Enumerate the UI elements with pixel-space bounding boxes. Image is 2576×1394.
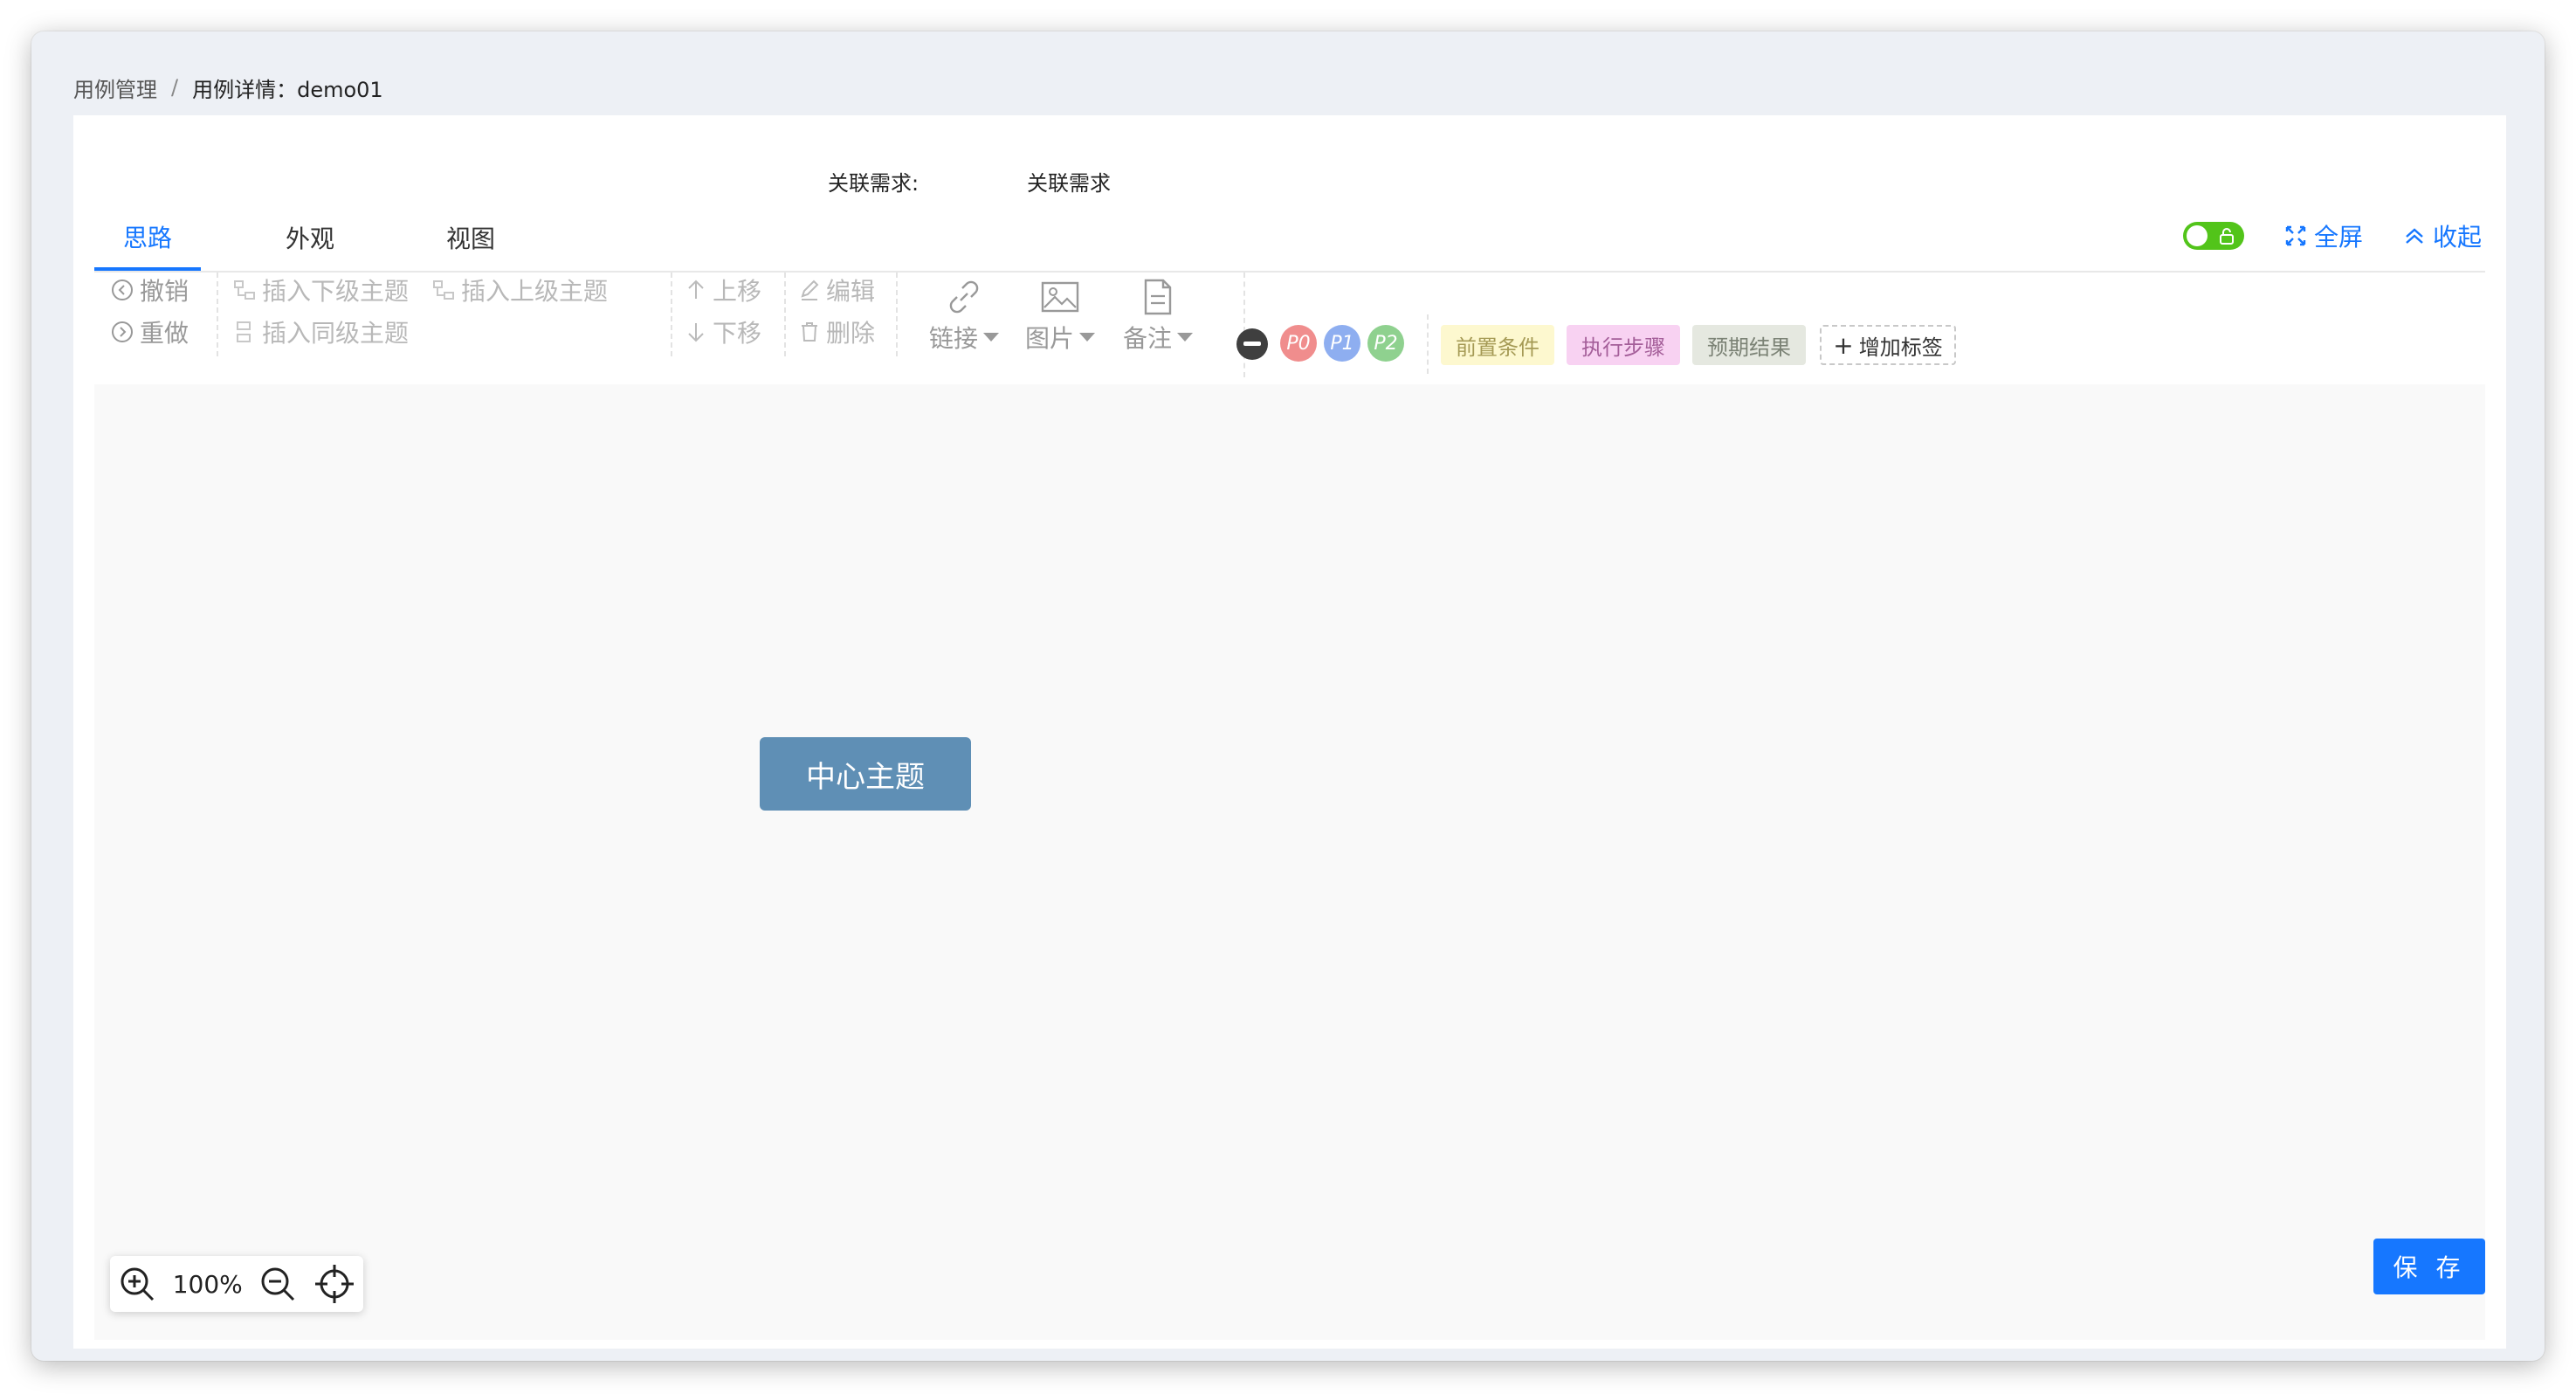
- caret-down-icon: [1177, 333, 1194, 342]
- redo-button[interactable]: 重做: [110, 314, 189, 349]
- toolbar-divider: [1427, 314, 1429, 374]
- note-button[interactable]: 备注: [1123, 278, 1194, 355]
- center-topic-node[interactable]: 中心主题: [760, 737, 971, 811]
- caret-down-icon: [983, 333, 1000, 342]
- move-down-label: 下移: [713, 319, 762, 348]
- insert-sibling-button[interactable]: 插入同级主题: [232, 314, 409, 349]
- requirement-label: 关联需求:: [828, 171, 920, 196]
- insert-sibling-label: 插入同级主题: [262, 319, 410, 348]
- minus-icon: [1243, 342, 1261, 346]
- app-window: 用例管理 / 用例详情：demo01 关联需求: 关联需求 思路 外观 视图 全…: [31, 31, 2545, 1361]
- image-icon: [1041, 281, 1079, 313]
- add-tag-label: 增加标签: [1858, 335, 1943, 360]
- delete-label: 删除: [826, 319, 876, 348]
- insert-parent-icon: [433, 280, 454, 300]
- note-label: 备注: [1123, 324, 1173, 353]
- move-up-label: 上移: [713, 277, 762, 306]
- toolbar-divider: [784, 273, 786, 356]
- insert-parent-label: 插入上级主题: [461, 277, 609, 306]
- redo-icon: [112, 321, 133, 342]
- toggle-knob: [2186, 225, 2208, 246]
- redo-label: 重做: [140, 319, 189, 348]
- undo-button[interactable]: 撤销: [110, 273, 189, 307]
- collapse-label: 收起: [2432, 223, 2482, 252]
- fullscreen-label: 全屏: [2313, 223, 2363, 252]
- lock-icon: [2219, 228, 2234, 245]
- editor-panel: 关联需求: 关联需求 思路 外观 视图 全屏 收起 撤销 重做 插入下级主题 插…: [73, 115, 2506, 1349]
- priority-p2[interactable]: P2: [1367, 325, 1404, 362]
- lock-toggle[interactable]: [2182, 222, 2244, 250]
- toolbar-divider: [896, 273, 898, 356]
- insert-sibling-icon: [237, 321, 251, 342]
- breadcrumb-current: 用例详情：demo01: [192, 77, 383, 102]
- arrow-down-icon: [688, 323, 704, 342]
- zoom-out-icon[interactable]: [258, 1265, 297, 1303]
- top-actions: 全屏 收起: [2182, 218, 2482, 253]
- caret-down-icon: [1079, 333, 1096, 342]
- move-up-button[interactable]: 上移: [685, 273, 761, 307]
- zoom-in-icon[interactable]: [118, 1265, 156, 1303]
- insert-parent-button[interactable]: 插入上级主题: [431, 273, 608, 307]
- tab-outline[interactable]: 思路: [94, 206, 201, 271]
- toolbar: 撤销 重做 插入下级主题 插入上级主题 插入同级主题 上移 下移 编辑 删除 链…: [94, 273, 2485, 377]
- toolbar-divider: [217, 273, 218, 356]
- save-button[interactable]: 保 存: [2373, 1239, 2485, 1294]
- link-icon: [949, 280, 979, 314]
- move-down-button[interactable]: 下移: [685, 314, 761, 349]
- arrow-up-icon: [688, 279, 704, 299]
- locate-center-icon[interactable]: [313, 1263, 355, 1305]
- tag-precondition[interactable]: 前置条件: [1441, 325, 1554, 365]
- insert-child-label: 插入下级主题: [262, 277, 410, 306]
- undo-icon: [112, 279, 133, 300]
- add-tag-button[interactable]: + 增加标签: [1820, 325, 1956, 365]
- toolbar-divider: [1243, 273, 1245, 377]
- fullscreen-button[interactable]: 全屏: [2284, 218, 2363, 253]
- image-label: 图片: [1025, 324, 1075, 353]
- breadcrumb: 用例管理 / 用例详情：demo01: [73, 70, 383, 105]
- note-document-icon: [1144, 279, 1172, 315]
- edit-pencil-icon: [801, 279, 819, 300]
- tag-expected-result[interactable]: 预期结果: [1692, 325, 1806, 365]
- tab-appearance[interactable]: 外观: [257, 206, 363, 269]
- double-chevron-up-icon: [2406, 228, 2423, 244]
- zoom-level: 100%: [172, 1269, 243, 1299]
- collapse-button[interactable]: 收起: [2403, 218, 2482, 253]
- edit-button[interactable]: 编辑: [798, 273, 875, 307]
- undo-label: 撤销: [140, 277, 189, 306]
- zoom-controls: 100%: [110, 1256, 363, 1312]
- tab-view[interactable]: 视图: [417, 206, 524, 269]
- insert-child-button[interactable]: 插入下级主题: [232, 273, 409, 307]
- requirement-value[interactable]: 关联需求: [1027, 166, 1111, 197]
- edit-label: 编辑: [826, 277, 876, 306]
- tag-steps[interactable]: 执行步骤: [1567, 325, 1680, 365]
- priority-p1[interactable]: P1: [1324, 325, 1360, 362]
- image-button[interactable]: 图片: [1025, 278, 1096, 355]
- link-label: 链接: [929, 324, 979, 353]
- priority-p0[interactable]: P0: [1280, 325, 1317, 362]
- link-button[interactable]: 链接: [929, 278, 1000, 355]
- tab-bar: 思路 外观 视图: [94, 206, 2485, 273]
- trash-icon: [802, 322, 817, 342]
- delete-button[interactable]: 删除: [798, 314, 875, 349]
- plus-icon: +: [1833, 330, 1854, 360]
- breadcrumb-parent[interactable]: 用例管理: [73, 72, 157, 103]
- mindmap-canvas[interactable]: 中心主题 100%: [94, 384, 2485, 1340]
- remove-priority-button[interactable]: [1236, 328, 1268, 360]
- insert-child-icon: [234, 280, 255, 300]
- breadcrumb-separator: /: [171, 75, 179, 100]
- toolbar-divider: [671, 273, 672, 356]
- fullscreen-icon: [2285, 225, 2306, 246]
